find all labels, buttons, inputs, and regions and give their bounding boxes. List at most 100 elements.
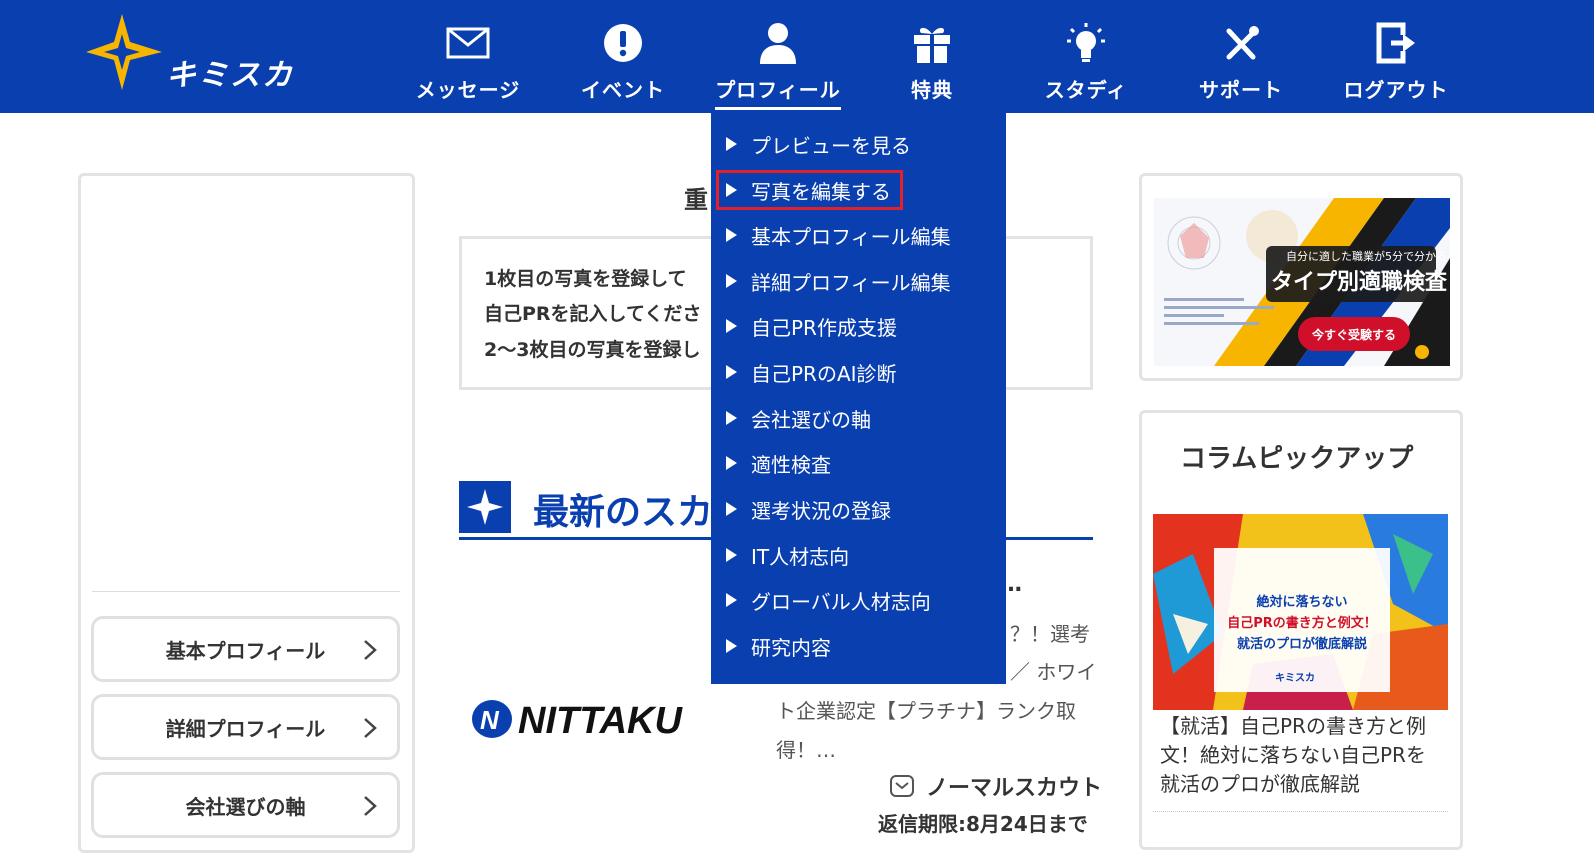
svg-text:N: N — [480, 705, 500, 735]
gift-icon — [909, 20, 955, 66]
menu-item-selection-status[interactable]: 選考状況の登録 — [722, 492, 891, 526]
triangle-right-icon — [726, 365, 737, 379]
menu-item-edit-photo[interactable]: 写真を編集する — [722, 173, 891, 207]
menu-item-research[interactable]: 研究内容 — [722, 629, 831, 663]
brand-name: キミスカ — [166, 58, 294, 93]
nav-support[interactable]: サポート — [1166, 0, 1316, 113]
triangle-right-icon — [726, 502, 737, 516]
side-button-label: 詳細プロフィール — [165, 716, 326, 741]
nav-label: プロフィール — [715, 74, 841, 110]
company-axis-button[interactable]: 会社選びの軸 — [91, 772, 400, 838]
nav-message[interactable]: メッセージ — [393, 0, 543, 113]
column-article-link[interactable]: 就活のプロが徹底解説 — [1160, 768, 1360, 797]
banner-title: タイプ別適職検査 — [1271, 270, 1448, 295]
thumbnail-brand: キミスカ — [1275, 673, 1315, 684]
menu-item-label: グローバル人材志向 — [751, 589, 931, 614]
company-logo-text: NITTAKU — [518, 700, 683, 742]
notice-line: 2〜3枚目の写真を登録し — [484, 339, 701, 361]
menu-item-basic-profile[interactable]: 基本プロフィール編集 — [722, 218, 951, 252]
menu-item-label: 会社選びの軸 — [751, 407, 871, 432]
triangle-right-icon — [726, 548, 737, 562]
latest-scout-heading: 最新のスカ — [533, 492, 714, 533]
take-test-button[interactable]: 今すぐ受験する — [1298, 317, 1410, 351]
envelope-icon — [445, 20, 491, 66]
menu-item-label: 選考状況の登録 — [751, 498, 891, 523]
column-article-link[interactable]: 【就活】自己PRの書き方と例 — [1160, 710, 1426, 739]
scout-text-line: ト企業認定【プラチナ】ランク取 — [776, 699, 1076, 723]
logout-icon — [1373, 20, 1419, 66]
lightbulb-icon — [1063, 20, 1109, 66]
menu-item-company-axis[interactable]: 会社選びの軸 — [722, 401, 871, 435]
menu-item-self-pr-ai[interactable]: 自己PRのAI診断 — [722, 355, 897, 389]
triangle-right-icon — [726, 456, 737, 470]
thumbnail-line: 自己PRの書き方と例文！ — [1227, 616, 1377, 631]
thumbnail-line: 絶対に落ちない — [1256, 595, 1348, 610]
nav-label: 特典 — [911, 78, 953, 102]
nav-label: サポート — [1199, 78, 1283, 102]
notice-line: 1枚目の写真を登録して — [484, 268, 687, 290]
sidebar-divider — [92, 591, 400, 592]
triangle-right-icon — [726, 639, 737, 653]
nav-benefit[interactable]: 特典 — [857, 0, 1007, 113]
exclamation-icon — [600, 20, 646, 66]
chevron-right-icon — [364, 640, 377, 660]
detail-profile-button[interactable]: 詳細プロフィール — [91, 694, 400, 760]
tools-icon — [1218, 20, 1264, 66]
triangle-right-icon — [726, 274, 737, 288]
menu-item-preview[interactable]: プレビューを見る — [722, 127, 911, 161]
menu-item-global-orientation[interactable]: グローバル人材志向 — [722, 583, 931, 617]
nav-logout[interactable]: ログアウト — [1321, 0, 1471, 113]
top-nav-bar: キミスカ メッセージ イベント プロフィール 特典 スタディ サポート ログアウ… — [0, 0, 1594, 113]
scout-type-label: ノーマルスカウト — [926, 776, 1103, 801]
menu-item-label: 自己PR作成支援 — [751, 315, 897, 340]
scout-text-line: ？！選考 — [1010, 622, 1090, 646]
column-pickup-heading: コラムピックアップ — [1180, 444, 1414, 474]
scout-text-line: 得！… — [776, 738, 836, 762]
chevron-right-icon — [364, 718, 377, 738]
thumbnail-line: 就活のプロが徹底解説 — [1236, 637, 1367, 652]
menu-item-label: 詳細プロフィール編集 — [751, 270, 951, 295]
important-notice-title: 重 — [684, 186, 708, 214]
menu-item-label: 適性検査 — [751, 452, 831, 477]
scout-type: ノーマルスカウト — [890, 770, 1102, 802]
menu-item-label: 自己PRのAI診断 — [751, 361, 897, 386]
nav-profile[interactable]: プロフィール — [703, 0, 853, 113]
company-logo[interactable]: N NITTAKU — [470, 696, 745, 742]
menu-item-label: 研究内容 — [751, 635, 831, 660]
triangle-right-icon — [726, 228, 737, 242]
menu-item-it-orientation[interactable]: IT人材志向 — [722, 538, 849, 572]
user-icon — [755, 20, 801, 66]
nav-event[interactable]: イベント — [548, 0, 698, 113]
triangle-right-icon — [726, 183, 737, 197]
basic-profile-button[interactable]: 基本プロフィール — [91, 616, 400, 682]
triangle-right-icon — [726, 411, 737, 425]
nav-label: イベント — [581, 78, 665, 102]
menu-item-aptitude-test[interactable]: 適性検査 — [722, 446, 831, 480]
banner-subtitle: 自分に適した職業が5分で分かる — [1286, 250, 1447, 263]
menu-item-label: 基本プロフィール編集 — [751, 224, 951, 249]
mail-badge-icon — [890, 775, 914, 797]
chevron-right-icon — [364, 796, 377, 816]
menu-item-detail-profile[interactable]: 詳細プロフィール編集 — [722, 264, 951, 298]
column-article-link[interactable]: 文！絶対に落ちない自己PRを — [1160, 739, 1426, 768]
menu-item-label: IT人材志向 — [751, 544, 850, 569]
triangle-right-icon — [726, 593, 737, 607]
triangle-right-icon — [726, 137, 737, 151]
menu-item-label: プレビューを見る — [751, 133, 911, 158]
star-logo-icon — [86, 14, 162, 90]
nav-label: スタディ — [1044, 78, 1128, 102]
nav-study[interactable]: スタディ — [1011, 0, 1161, 113]
column-divider — [1153, 811, 1448, 812]
menu-item-label: 写真を編集する — [751, 179, 891, 204]
reply-deadline: 返信期限:8月24日まで — [878, 812, 1088, 836]
sparkle-section-icon — [459, 481, 511, 533]
side-button-label: 会社選びの軸 — [185, 794, 306, 819]
notice-line: 自己PRを記入してくださ — [484, 303, 702, 325]
side-button-label: 基本プロフィール — [165, 638, 326, 663]
nav-label: ログアウト — [1343, 78, 1449, 102]
kimisuka-logo[interactable]: キミスカ — [86, 12, 296, 93]
menu-item-self-pr-support[interactable]: 自己PR作成支援 — [722, 309, 897, 343]
nav-label: メッセージ — [415, 78, 521, 102]
scout-text-line: ／ ホワイ — [1010, 660, 1097, 684]
triangle-right-icon — [726, 319, 737, 333]
